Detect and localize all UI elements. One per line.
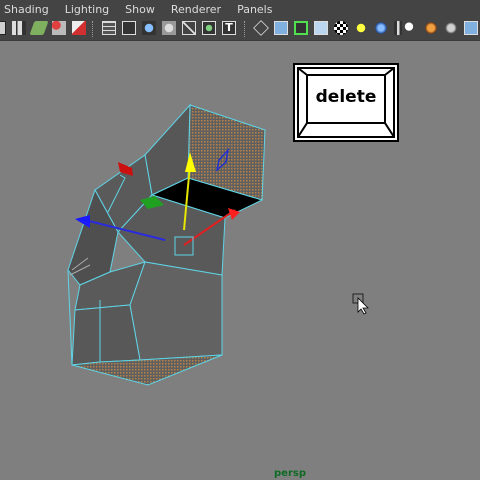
two-d-pan-zoom-icon[interactable]: [72, 21, 86, 35]
resolution-gate-icon[interactable]: [142, 21, 156, 35]
panel-menu-bar: Shading Lighting Show Renderer Panels: [0, 0, 480, 18]
xray-joints-icon[interactable]: [424, 21, 438, 35]
bookmarks-icon[interactable]: [29, 21, 49, 35]
xray-active-components-icon[interactable]: [444, 21, 458, 35]
toolbar-separator: [244, 21, 247, 37]
smooth-shade-icon[interactable]: [274, 21, 288, 35]
screen-space-ao-icon[interactable]: [464, 21, 478, 35]
textured-icon[interactable]: [334, 21, 348, 35]
image-plane-icon[interactable]: [52, 21, 66, 35]
camera-name-label: persp: [274, 468, 306, 479]
shadows-icon[interactable]: [374, 21, 388, 35]
safe-title-icon[interactable]: [202, 21, 216, 35]
film-gate-icon[interactable]: [122, 21, 136, 35]
camera-select-icon[interactable]: [0, 21, 6, 35]
mesh-edge: [67, 269, 73, 366]
panel-toolbar: T: [0, 18, 480, 41]
xray-icon[interactable]: [402, 21, 416, 35]
grid-icon[interactable]: [102, 21, 116, 35]
perspective-viewport[interactable]: [0, 41, 480, 480]
flat-shade-icon[interactable]: [294, 21, 308, 35]
menu-panels[interactable]: Panels: [237, 3, 272, 16]
field-chart-icon[interactable]: [162, 21, 176, 35]
menu-renderer[interactable]: Renderer: [171, 3, 221, 16]
delete-key-overlay: delete: [293, 63, 399, 142]
text-icon[interactable]: T: [222, 21, 236, 35]
use-all-lights-icon[interactable]: [354, 21, 368, 35]
menu-show[interactable]: Show: [125, 3, 155, 16]
toolbar-separator: [92, 21, 95, 37]
wireframe-icon[interactable]: [253, 20, 269, 36]
mouse-cursor-icon: [352, 293, 369, 315]
safe-action-icon[interactable]: [182, 21, 196, 35]
mesh-object[interactable]: [67, 103, 266, 386]
mesh-face-front-left: [71, 304, 141, 366]
menu-lighting[interactable]: Lighting: [65, 3, 109, 16]
mesh-face-front: [129, 261, 223, 361]
menu-shading[interactable]: Shading: [4, 3, 49, 16]
camera-attributes-icon[interactable]: [12, 21, 26, 35]
delete-key-label: delete: [315, 87, 377, 107]
bounding-box-icon[interactable]: [314, 21, 328, 35]
